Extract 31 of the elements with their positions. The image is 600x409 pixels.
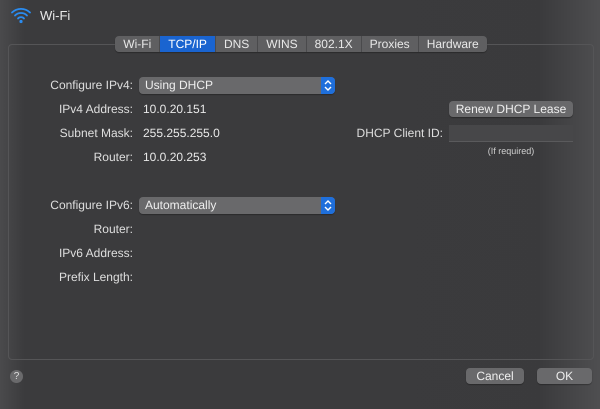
field-value: 10.0.20.151 xyxy=(142,102,208,116)
tab[interactable]: 802.1X xyxy=(306,36,361,52)
input-field[interactable] xyxy=(449,124,573,142)
field-label: IPv4 Address: xyxy=(58,102,133,116)
stepper-icon xyxy=(321,76,335,94)
field-label: DHCP Client ID: xyxy=(356,126,443,140)
help-button[interactable]: ? xyxy=(10,370,23,382)
tab[interactable]: DNS xyxy=(214,36,258,52)
field-label: Subnet Mask: xyxy=(58,126,133,140)
field-value: 255.255.255.0 xyxy=(142,126,221,140)
window-title: Wi-Fi xyxy=(40,8,70,22)
tab[interactable]: TCP/IP xyxy=(159,36,215,52)
ok-button[interactable]: OK xyxy=(537,368,592,384)
tab[interactable]: Proxies xyxy=(360,36,418,52)
tab[interactable]: Hardware xyxy=(418,36,487,52)
field-label: IPv6 Address: xyxy=(58,246,133,260)
tab[interactable]: Wi-Fi xyxy=(115,36,160,52)
cancel-button[interactable]: Cancel xyxy=(466,368,524,384)
field-label: Configure IPv6: xyxy=(49,198,133,212)
field-label: Prefix Length: xyxy=(58,270,133,284)
dropdown[interactable]: Automatically xyxy=(139,196,335,214)
field-label: Configure IPv4: xyxy=(49,78,133,92)
wifi-icon xyxy=(10,6,32,24)
hint-text: (If required) xyxy=(486,145,536,156)
dropdown[interactable]: Using DHCP xyxy=(139,76,335,94)
field-label: Router: xyxy=(92,150,133,164)
field-value: 10.0.20.253 xyxy=(142,150,208,164)
field-label: Router: xyxy=(92,222,133,236)
tab[interactable]: WINS xyxy=(257,36,306,52)
stepper-icon xyxy=(321,196,335,214)
renew-button[interactable]: Renew DHCP Lease xyxy=(449,101,573,117)
